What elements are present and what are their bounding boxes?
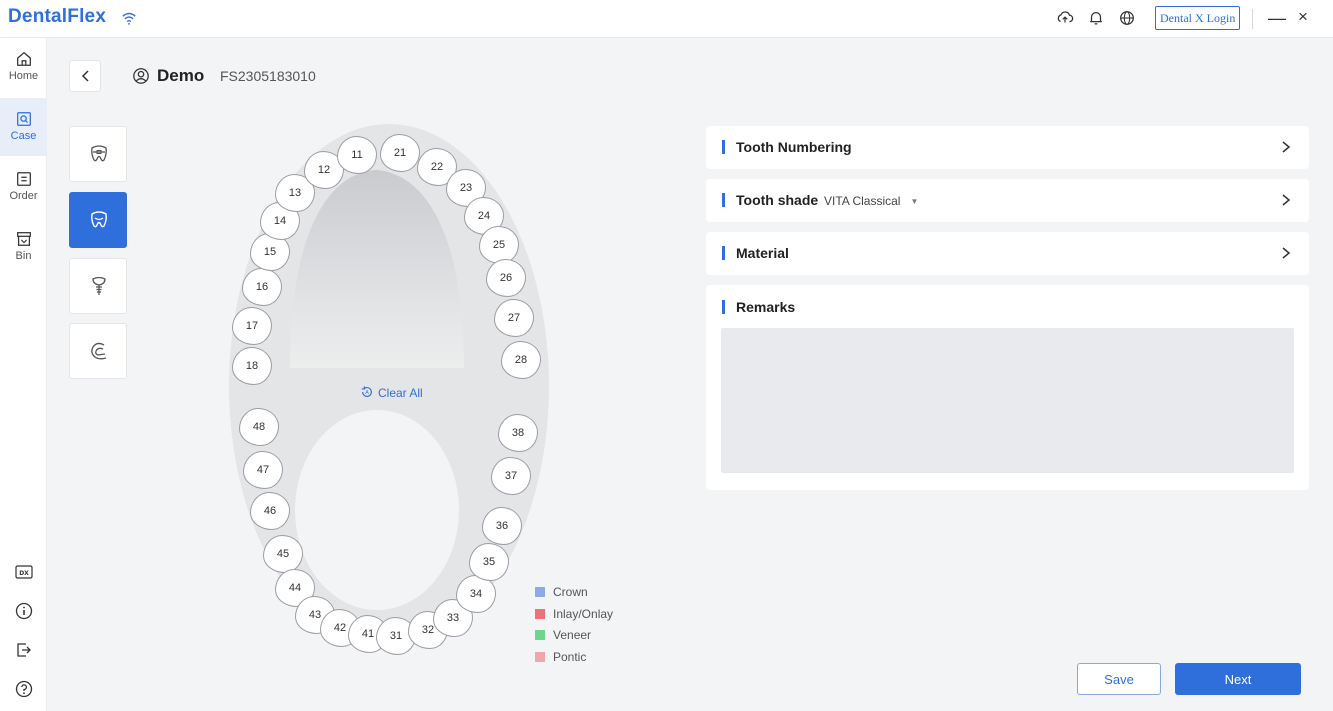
implant-icon bbox=[92, 276, 106, 295]
reset-icon: A bbox=[361, 386, 372, 397]
tooth-28[interactable]: 28 bbox=[501, 341, 541, 379]
globe-icon[interactable] bbox=[1118, 9, 1136, 27]
section-marker bbox=[722, 193, 725, 207]
chevron-right-icon[interactable] bbox=[1279, 246, 1293, 260]
tooth-38[interactable]: 38 bbox=[498, 414, 538, 452]
dental-x-login-button[interactable]: Dental X Login bbox=[1155, 6, 1241, 30]
bell-icon[interactable] bbox=[1087, 9, 1105, 27]
mode-button-brace[interactable] bbox=[69, 126, 127, 182]
legend-swatch bbox=[535, 608, 545, 619]
legend-label: Crown bbox=[553, 585, 588, 599]
remarks-title: Remarks bbox=[736, 299, 796, 315]
tooth-17[interactable]: 17 bbox=[232, 307, 272, 345]
clear-all-button[interactable]: A Clear All bbox=[360, 385, 423, 400]
tooth-47[interactable]: 47 bbox=[243, 451, 283, 489]
legend-item-veneer: Veneer bbox=[535, 628, 613, 650]
title-bar: DentalFlex Dental X Login — × bbox=[0, 0, 1333, 38]
cloud-sync-icon[interactable] bbox=[1056, 9, 1074, 27]
tooth-37[interactable]: 37 bbox=[491, 457, 531, 495]
minimize-button[interactable]: — bbox=[1268, 8, 1286, 28]
mode-button-implant[interactable] bbox=[69, 258, 127, 314]
shade-system-value: VITA Classical bbox=[824, 194, 901, 208]
svg-text:A: A bbox=[365, 390, 369, 396]
legend-swatch bbox=[535, 587, 545, 597]
tooth-21[interactable]: 21 bbox=[380, 134, 420, 172]
legend-swatch bbox=[535, 651, 545, 662]
chevron-right-icon[interactable] bbox=[1279, 193, 1293, 207]
patient-icon bbox=[133, 68, 149, 84]
legend-label: Inlay/Onlay bbox=[553, 606, 614, 621]
legend-label: Pontic bbox=[553, 649, 587, 664]
back-button[interactable] bbox=[69, 60, 101, 92]
tooth-numbering-title: Tooth Numbering bbox=[736, 139, 852, 155]
material-title: Material bbox=[736, 245, 789, 261]
wifi-icon bbox=[122, 12, 136, 25]
section-marker bbox=[722, 300, 725, 314]
remarks-panel: Remarks bbox=[706, 285, 1309, 490]
svg-text:DX: DX bbox=[19, 570, 29, 577]
tooth-chart: A Clear All 18 17 16 15 14 13 12 11 21 22 23 24 25 26… bbox=[220, 118, 580, 678]
sidebar-item-label: Order bbox=[9, 190, 38, 202]
sidebar-item-home[interactable]: Home bbox=[0, 38, 47, 96]
sidebar-item-bin[interactable]: Bin bbox=[0, 218, 47, 276]
legend-item-crown: Crown bbox=[535, 585, 613, 607]
help-icon[interactable] bbox=[14, 679, 34, 699]
legend-swatch bbox=[535, 630, 545, 640]
chevron-left-icon bbox=[81, 70, 89, 82]
tooth-18[interactable]: 18 bbox=[232, 347, 272, 385]
tooth-brace-icon bbox=[91, 145, 107, 162]
section-marker bbox=[722, 140, 725, 154]
chevron-right-icon[interactable] bbox=[1279, 140, 1293, 154]
order-icon bbox=[16, 172, 31, 186]
tooth-36[interactable]: 36 bbox=[482, 507, 522, 545]
bin-icon bbox=[16, 232, 31, 246]
tooth-27[interactable]: 27 bbox=[494, 299, 534, 337]
legend-item-inlay-onlay: Inlay/Onlay bbox=[535, 607, 613, 629]
section-marker bbox=[722, 246, 725, 260]
tooth-shade-title: Tooth shade bbox=[736, 192, 819, 208]
home-icon bbox=[16, 51, 31, 66]
dx-icon[interactable]: DX bbox=[14, 562, 34, 582]
tooth-11[interactable]: 11 bbox=[337, 136, 377, 174]
logout-icon[interactable] bbox=[14, 640, 34, 660]
case-icon bbox=[16, 112, 31, 126]
mode-button-tooth[interactable] bbox=[69, 192, 127, 248]
material-panel[interactable]: Material bbox=[706, 232, 1309, 275]
sidebar-item-case[interactable]: Case bbox=[0, 98, 47, 156]
info-icon[interactable] bbox=[14, 601, 34, 621]
tooth-numbering-panel[interactable]: Tooth Numbering bbox=[706, 126, 1309, 169]
tooth-16[interactable]: 16 bbox=[242, 268, 282, 306]
tooth-48[interactable]: 48 bbox=[239, 408, 279, 446]
tooth-shade-panel[interactable]: Tooth shade VITA Classical ▼ bbox=[706, 179, 1309, 222]
app-logo: DentalFlex bbox=[8, 6, 107, 27]
sidebar-item-label: Home bbox=[8, 70, 39, 82]
tooth-25[interactable]: 25 bbox=[479, 226, 519, 264]
denture-icon bbox=[91, 342, 107, 360]
patient-name: Demo bbox=[157, 66, 205, 85]
save-button[interactable]: Save bbox=[1077, 663, 1161, 695]
tooth-35[interactable]: 35 bbox=[469, 543, 509, 581]
mode-button-denture[interactable] bbox=[69, 323, 127, 379]
legend-label: Veneer bbox=[553, 628, 592, 642]
close-button[interactable]: × bbox=[1298, 7, 1314, 27]
sidebar: Home Case Order Bin DX bbox=[0, 38, 47, 711]
shade-system-select[interactable]: VITA Classical ▼ bbox=[824, 194, 918, 208]
sidebar-item-label: Bin bbox=[15, 250, 32, 262]
tooth-46[interactable]: 46 bbox=[250, 492, 290, 530]
tooth-26[interactable]: 26 bbox=[486, 259, 526, 297]
titlebar-divider bbox=[1252, 9, 1253, 29]
remarks-input[interactable] bbox=[721, 328, 1294, 473]
clear-all-label: Clear All bbox=[378, 386, 423, 400]
sidebar-item-label: Case bbox=[10, 130, 37, 142]
next-button[interactable]: Next bbox=[1175, 663, 1301, 695]
case-id: FS2305183010 bbox=[220, 68, 316, 84]
legend-item-pontic: Pontic bbox=[535, 650, 613, 672]
tooth-45[interactable]: 45 bbox=[263, 535, 303, 573]
sidebar-item-order[interactable]: Order bbox=[0, 158, 47, 216]
caret-down-icon: ▼ bbox=[910, 197, 919, 206]
legend: Crown Inlay/Onlay Veneer Pontic bbox=[535, 585, 613, 671]
tooth-icon bbox=[91, 211, 107, 228]
